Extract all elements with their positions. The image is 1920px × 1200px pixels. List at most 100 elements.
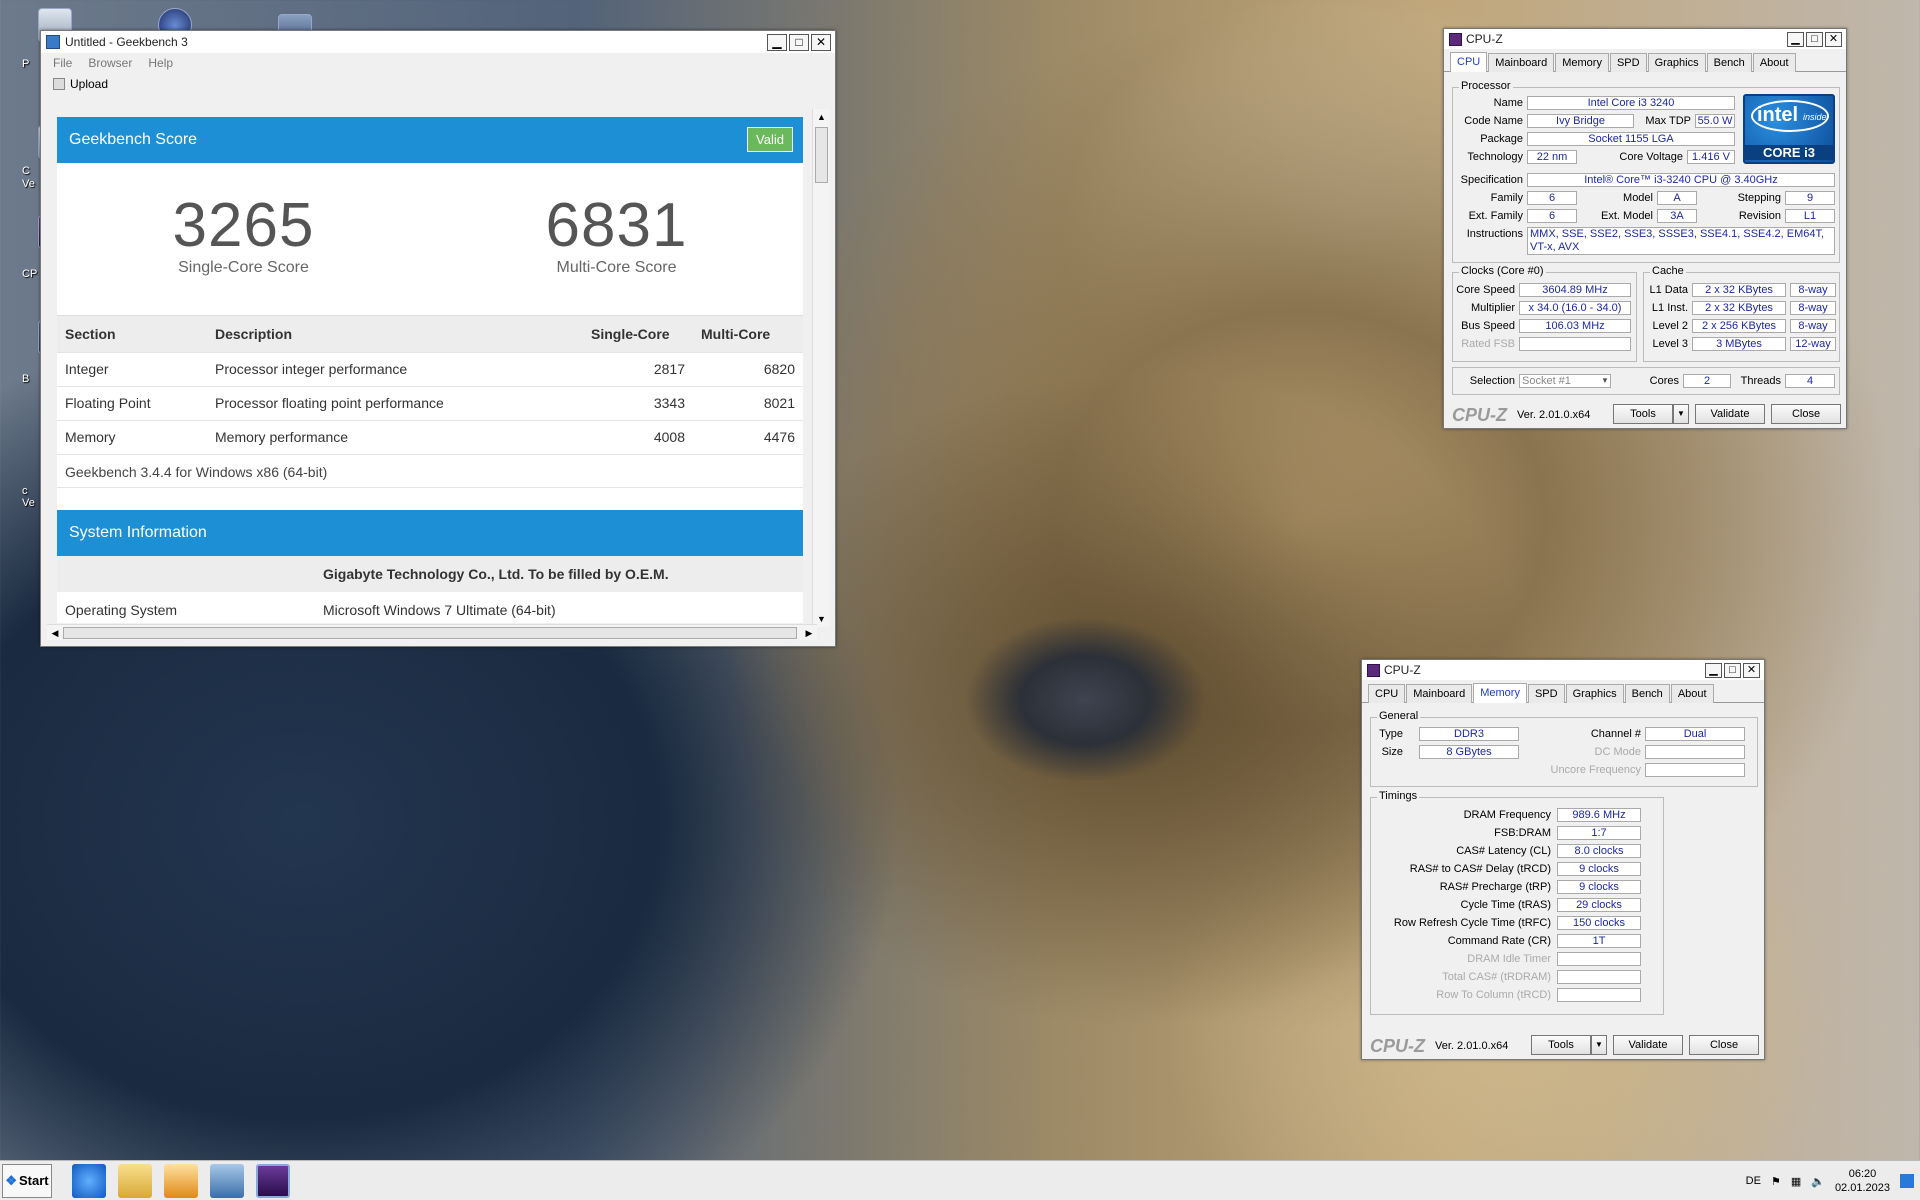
label: Bus Speed <box>1461 320 1515 332</box>
cpuz-taskbar-icon[interactable] <box>256 1163 290 1198</box>
label: Uncore Frequency <box>1550 764 1642 776</box>
tab-bench[interactable]: Bench <box>1706 53 1752 72</box>
maximize-button[interactable]: □ <box>1724 663 1741 678</box>
label: Revision <box>1738 210 1781 222</box>
tab-bench[interactable]: Bench <box>1624 684 1670 703</box>
close-app-button[interactable]: Close <box>1689 1035 1759 1055</box>
vertical-scrollbar[interactable]: ▲ ▼ <box>812 109 829 627</box>
tab-spd[interactable]: SPD <box>1527 684 1565 703</box>
scroll-thumb[interactable] <box>815 127 828 183</box>
tab-memory[interactable]: Memory <box>1555 53 1609 72</box>
start-button[interactable]: ❖ Start <box>2 1163 52 1198</box>
l2-value: 2 x 256 KBytes <box>1692 319 1786 333</box>
memory-size-value: 8 GBytes <box>1419 745 1519 759</box>
timing-value <box>1557 988 1641 1002</box>
tab-graphics[interactable]: Graphics <box>1565 684 1624 703</box>
sysinfo-os-row: Operating System Microsoft Windows 7 Ult… <box>57 592 803 623</box>
label: Threads <box>1740 375 1781 387</box>
show-desktop-icon[interactable] <box>1900 1174 1914 1188</box>
language-indicator[interactable]: DE <box>1746 1175 1761 1187</box>
label: Command Rate (CR) <box>1447 935 1551 947</box>
label: Size <box>1381 746 1403 758</box>
clock[interactable]: 06:20 02.01.2023 <box>1835 1167 1890 1195</box>
menu-file[interactable]: File <box>53 56 72 70</box>
hscroll-thumb[interactable] <box>63 627 797 639</box>
media-player-icon[interactable] <box>164 1163 198 1198</box>
validate-button[interactable]: Validate <box>1695 404 1765 424</box>
maxtdp-value: 55.0 W <box>1695 114 1735 128</box>
upload-button[interactable]: Upload <box>41 73 835 95</box>
label: DRAM Idle Timer <box>1467 953 1551 965</box>
maximize-button[interactable]: □ <box>1806 32 1823 47</box>
close-button[interactable]: ✕ <box>1825 32 1842 47</box>
col-description: Description <box>207 316 583 352</box>
tab-cpu[interactable]: CPU <box>1368 684 1406 703</box>
minimize-button[interactable]: ▁ <box>1787 32 1804 47</box>
tools-dropdown-icon[interactable]: ▼ <box>1591 1035 1607 1055</box>
volume-icon[interactable]: 🔈 <box>1811 1175 1825 1188</box>
scroll-left-arrow[interactable]: ◀ <box>47 625 63 641</box>
label: Core Speed <box>1456 284 1515 296</box>
internet-explorer-icon[interactable] <box>72 1163 106 1198</box>
label: Stepping <box>1737 192 1781 204</box>
tools-button[interactable]: Tools <box>1613 404 1673 424</box>
clock-date: 02.01.2023 <box>1834 1182 1890 1194</box>
label: Row Refresh Cycle Time (tRFC) <box>1393 917 1551 929</box>
tab-mainboard[interactable]: Mainboard <box>1406 684 1473 703</box>
menu-help[interactable]: Help <box>148 56 173 70</box>
label: Cores <box>1649 375 1679 387</box>
close-button[interactable]: ✕ <box>811 34 831 51</box>
tab-bar: CPU Mainboard Memory SPD Graphics Bench … <box>1362 680 1764 703</box>
validate-button[interactable]: Validate <box>1613 1035 1683 1055</box>
label: Core Voltage <box>1619 151 1683 163</box>
intel-core-i3-logo: intel inside CORE i3 <box>1743 94 1835 164</box>
flag-icon[interactable]: ⚑ <box>1771 1175 1781 1188</box>
label: Instructions <box>1466 228 1523 240</box>
maximize-button[interactable]: □ <box>789 34 809 51</box>
scroll-right-arrow[interactable]: ▶ <box>801 625 817 641</box>
tab-graphics[interactable]: Graphics <box>1647 53 1706 72</box>
tab-memory[interactable]: Memory <box>1473 683 1527 703</box>
revision-value: L1 <box>1785 209 1835 223</box>
horizontal-scrollbar[interactable]: ◀ ▶ <box>47 624 817 640</box>
label: Multiplier <box>1470 302 1515 314</box>
minimize-button[interactable]: ▁ <box>1705 663 1722 678</box>
geekbench-titlebar[interactable]: Untitled - Geekbench 3 ▁ □ ✕ <box>41 31 835 53</box>
tab-spd[interactable]: SPD <box>1609 53 1647 72</box>
cpuz-titlebar[interactable]: CPU-Z ▁ □ ✕ <box>1444 29 1846 49</box>
label: Type <box>1379 728 1403 740</box>
desktop-label: CP <box>22 268 38 280</box>
label: Rated FSB <box>1461 338 1515 350</box>
tab-cpu[interactable]: CPU <box>1450 52 1488 72</box>
close-app-button[interactable]: Close <box>1771 404 1841 424</box>
cpuz-memory-window: CPU-Z ▁ □ ✕ CPU Mainboard Memory SPD Gra… <box>1361 659 1765 1060</box>
group-title: Clocks (Core #0) <box>1459 265 1546 277</box>
l1-inst-value: 2 x 32 KBytes <box>1692 301 1786 315</box>
desktop-label: c <box>22 485 28 497</box>
tab-mainboard[interactable]: Mainboard <box>1488 53 1555 72</box>
timing-value: 9 clocks <box>1557 862 1641 876</box>
group-title: Processor <box>1459 80 1513 92</box>
tab-about[interactable]: About <box>1670 684 1714 703</box>
label: Total CAS# (tRDRAM) <box>1442 971 1551 983</box>
score-table: Section Description Single-Core Multi-Co… <box>57 316 803 454</box>
tab-about[interactable]: About <box>1752 53 1796 72</box>
label: CAS# Latency (CL) <box>1456 845 1551 857</box>
socket-select[interactable]: Socket #1 <box>1519 374 1611 388</box>
tools-button[interactable]: Tools <box>1531 1035 1591 1055</box>
close-button[interactable]: ✕ <box>1743 663 1760 678</box>
specification-value: Intel® Core™ i3-3240 CPU @ 3.40GHz <box>1527 173 1835 187</box>
file-explorer-icon[interactable] <box>118 1163 152 1198</box>
geekbench-taskbar-icon[interactable] <box>210 1163 244 1198</box>
l1-data-value: 2 x 32 KBytes <box>1692 283 1786 297</box>
table-row: Memory Memory performance 4008 4476 <box>57 419 803 454</box>
minimize-button[interactable]: ▁ <box>767 34 787 51</box>
cache-group: Cache L1 Data 2 x 32 KBytes 8-way L1 Ins… <box>1643 265 1840 362</box>
cpuz-titlebar[interactable]: CPU-Z ▁ □ ✕ <box>1362 660 1764 680</box>
label: Ext. Family <box>1468 210 1523 222</box>
tools-dropdown-icon[interactable]: ▼ <box>1673 404 1689 424</box>
network-icon[interactable]: ▦ <box>1791 1175 1801 1188</box>
window-title: CPU-Z <box>1384 663 1421 677</box>
scroll-up-arrow[interactable]: ▲ <box>813 109 830 125</box>
menu-browser[interactable]: Browser <box>88 56 132 70</box>
